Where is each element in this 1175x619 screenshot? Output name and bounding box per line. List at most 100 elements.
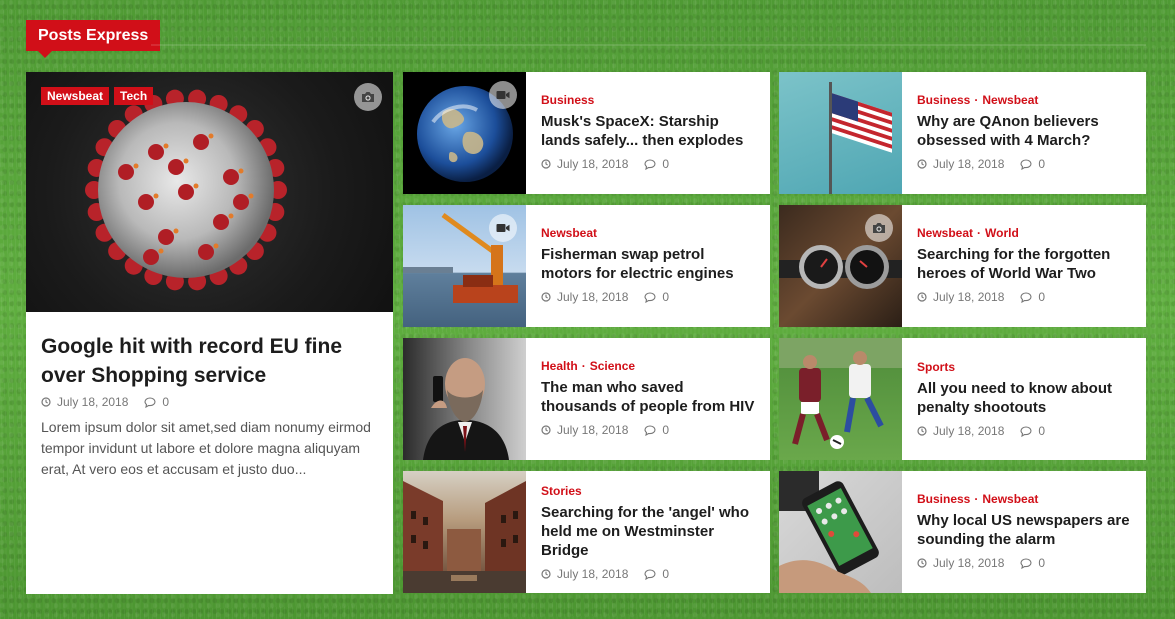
post-card[interactable]: Newsbeat Fisherman swap petrol motors fo…: [403, 205, 770, 327]
featured-meta: July 18, 2018 0: [41, 395, 378, 409]
card-title[interactable]: Fisherman swap petrol motors for electri…: [541, 245, 758, 283]
card-categories: Newsbeat · World: [917, 226, 1019, 240]
category-link[interactable]: Newsbeat: [982, 93, 1038, 107]
category-tag-newsbeat[interactable]: Newsbeat: [41, 87, 110, 105]
clock-icon: [917, 558, 927, 568]
comment-icon: [1020, 291, 1032, 303]
card-title[interactable]: Musk's SpaceX: Starship lands safely... …: [541, 112, 758, 150]
category-link[interactable]: Newsbeat: [982, 492, 1038, 506]
soccer-players-image: [779, 338, 902, 449]
clock-icon: [541, 159, 551, 169]
comment-icon: [644, 568, 656, 580]
clock-icon: [917, 426, 927, 436]
card-meta: July 18, 2018 0: [541, 567, 758, 581]
camera-icon[interactable]: [865, 214, 893, 242]
card-meta: July 18, 2018 0: [541, 423, 758, 437]
comment-icon: [644, 424, 656, 436]
card-title[interactable]: Searching for the forgotten heroes of Wo…: [917, 245, 1134, 283]
post-date[interactable]: July 18, 2018: [933, 157, 1004, 171]
card-categories: Business: [541, 93, 758, 108]
post-card[interactable]: Health · Science The man who saved thousan…: [403, 338, 770, 460]
card-title[interactable]: The man who saved thousands of people fr…: [541, 378, 758, 416]
featured-post[interactable]: Newsbeat Tech Google hit with record EU …: [26, 72, 393, 594]
post-thumbnail-harbor[interactable]: [403, 205, 526, 327]
camera-icon[interactable]: [354, 83, 382, 111]
post-date[interactable]: July 18, 2018: [57, 395, 128, 409]
comment-count[interactable]: 0: [662, 157, 669, 171]
card-title[interactable]: Why are QAnon believers obsessed with 4 …: [917, 112, 1134, 150]
post-thumbnail-earth[interactable]: [403, 72, 526, 194]
post-card[interactable]: Newsbeat · World Searching for the forgott…: [779, 205, 1146, 327]
card-categories: Business · Newsbeat: [917, 492, 1039, 506]
post-thumbnail-flag[interactable]: [779, 72, 902, 194]
category-link[interactable]: Health: [541, 359, 578, 373]
card-categories: Newsbeat: [541, 226, 758, 241]
coronavirus-image: [85, 89, 287, 291]
featured-categories: Newsbeat Tech: [41, 87, 154, 105]
card-title[interactable]: Searching for the 'angel' who held me on…: [541, 503, 758, 560]
comment-icon: [144, 396, 156, 408]
comment-count[interactable]: 0: [662, 290, 669, 304]
comment-count[interactable]: 0: [1038, 290, 1045, 304]
category-link[interactable]: Science: [590, 359, 635, 373]
post-card[interactable]: Business · Newsbeat Why local US newspaper…: [779, 471, 1146, 593]
section-title: Posts Express: [26, 20, 161, 58]
post-thumbnail-soccer[interactable]: [779, 338, 902, 460]
post-thumbnail-canal[interactable]: [403, 471, 526, 593]
video-icon[interactable]: [489, 81, 517, 109]
post-thumbnail-phone[interactable]: [779, 471, 902, 593]
card-categories: Sports: [917, 360, 1134, 375]
category-link[interactable]: Sports: [917, 360, 955, 374]
card-title[interactable]: All you need to know about penalty shoot…: [917, 379, 1134, 417]
category-link[interactable]: World: [985, 226, 1019, 240]
featured-title[interactable]: Google hit with record EU fine over Shop…: [41, 332, 378, 390]
post-date[interactable]: July 18, 2018: [557, 290, 628, 304]
category-link[interactable]: Business: [541, 93, 594, 107]
category-link[interactable]: Business: [917, 93, 970, 107]
card-meta: July 18, 2018 0: [917, 556, 1134, 570]
card-meta: July 18, 2018 0: [917, 290, 1134, 304]
category-link[interactable]: Stories: [541, 484, 582, 498]
post-date[interactable]: July 18, 2018: [557, 567, 628, 581]
category-link[interactable]: Newsbeat: [541, 226, 597, 240]
card-categories: Business · Newsbeat: [917, 93, 1039, 107]
post-card[interactable]: Stories Searching for the 'angel' who he…: [403, 471, 770, 593]
flag-image: [829, 82, 892, 194]
video-icon[interactable]: [489, 214, 517, 242]
post-thumbnail-man[interactable]: [403, 338, 526, 460]
post-date[interactable]: July 18, 2018: [933, 556, 1004, 570]
card-meta: July 18, 2018 0: [541, 157, 758, 171]
card-meta: July 18, 2018 0: [917, 157, 1134, 171]
comment-count[interactable]: 0: [1038, 424, 1045, 438]
smartphone-image: [779, 471, 879, 593]
comment-count[interactable]: 0: [162, 395, 169, 409]
card-meta: July 18, 2018 0: [541, 290, 758, 304]
comment-count[interactable]: 0: [662, 567, 669, 581]
clock-icon: [541, 425, 551, 435]
clock-icon: [917, 159, 927, 169]
post-card[interactable]: Sports All you need to know about penalt…: [779, 338, 1146, 460]
clock-icon: [41, 397, 51, 407]
category-link[interactable]: Business: [917, 492, 970, 506]
post-thumbnail-watches[interactable]: [779, 205, 902, 327]
comment-count[interactable]: 0: [662, 423, 669, 437]
comment-icon: [644, 291, 656, 303]
category-tag-tech[interactable]: Tech: [114, 87, 154, 105]
featured-excerpt: Lorem ipsum dolor sit amet,sed diam nonu…: [41, 419, 371, 477]
clock-icon: [541, 569, 551, 579]
card-title[interactable]: Why local US newspapers are sounding the…: [917, 511, 1134, 549]
post-card[interactable]: Business · Newsbeat Why are QAnon believer…: [779, 72, 1146, 194]
post-date[interactable]: July 18, 2018: [557, 157, 628, 171]
section-divider: [151, 44, 1146, 46]
post-card[interactable]: Business Musk's SpaceX: Starship lands s…: [403, 72, 770, 194]
comment-count[interactable]: 0: [1038, 556, 1045, 570]
post-date[interactable]: July 18, 2018: [933, 290, 1004, 304]
category-link[interactable]: Newsbeat: [917, 226, 973, 240]
comment-count[interactable]: 0: [1038, 157, 1045, 171]
featured-image[interactable]: Newsbeat Tech: [26, 72, 393, 312]
post-date[interactable]: July 18, 2018: [557, 423, 628, 437]
comment-icon: [1020, 557, 1032, 569]
card-meta: July 18, 2018 0: [917, 424, 1134, 438]
post-date[interactable]: July 18, 2018: [933, 424, 1004, 438]
clock-icon: [541, 292, 551, 302]
